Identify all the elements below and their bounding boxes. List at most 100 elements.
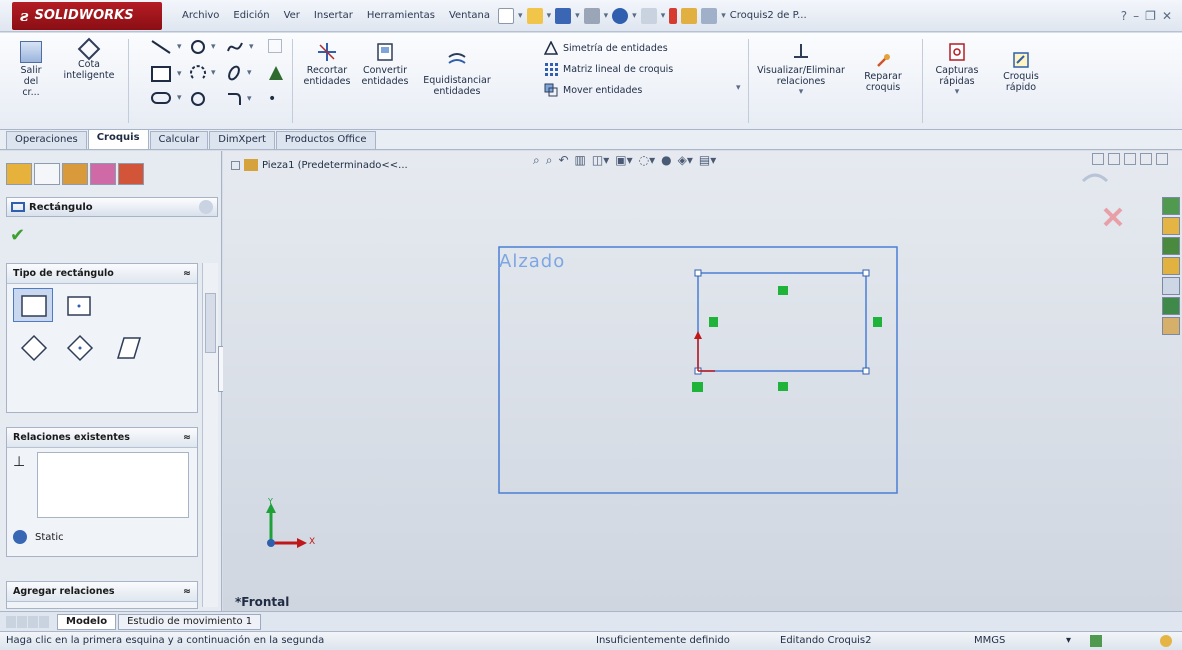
3-point-corner-rectangle-icon[interactable] [13,330,53,364]
spline-tool[interactable]: ▾ [226,39,254,55]
units-dropdown-icon[interactable]: ▾ [1066,635,1071,646]
search-icon[interactable] [1162,277,1180,295]
collapse-icon[interactable]: ≈ [183,268,191,279]
scroll-thumb[interactable] [205,293,216,353]
relations-list[interactable] [37,452,189,518]
help-icon[interactable] [199,200,213,214]
panel-scrollbar[interactable] [202,263,218,607]
line-icon [151,40,171,54]
menu-ventana[interactable]: Ventana [449,10,490,21]
parallelogram-icon[interactable] [105,330,145,364]
smart-dimension-icon [77,37,101,61]
offset-entities-button[interactable]: Equidistanciar entidades [420,51,494,97]
exit-sketch-button[interactable]: Salir del cr... [14,41,48,98]
graphics-area[interactable]: Pieza1 (Predeterminado<<... ⌕ ⌕ ↶ ▥ ◫▾ ▣… [223,151,1182,611]
undo-icon[interactable] [612,7,629,24]
units-status[interactable]: MMGS [974,635,1005,646]
point-tool[interactable]: • [268,91,276,107]
status-hint: Haga clic en la primera esquina y a cont… [6,635,325,646]
linear-pattern-button[interactable]: Matriz lineal de croquis [544,62,673,76]
quick-snaps-button[interactable]: Capturas rápidas ▾ [930,41,984,98]
quick-tips-icon[interactable] [1090,635,1102,647]
new-document-icon[interactable] [498,7,515,24]
circle-tool[interactable]: ▾ [190,39,216,55]
tab-operaciones[interactable]: Operaciones [6,131,87,149]
feature-manager-icon[interactable] [6,163,32,185]
group-header[interactable]: Relaciones existentes ≈ [7,428,197,448]
collapse-icon[interactable]: ≈ [183,432,191,443]
triad-origin [267,539,275,547]
file-explorer-icon[interactable] [1162,257,1180,275]
group-header[interactable]: Tipo de rectángulo ≈ [7,264,197,284]
slot-tool[interactable]: ▾ [150,91,182,105]
menu-edicion[interactable]: Edición [233,10,269,21]
fillet-icon [228,93,241,105]
line-tool[interactable]: ▾ [150,39,182,55]
center-rectangle-icon[interactable] [59,288,99,322]
corner-rectangle-icon[interactable] [13,288,53,322]
tab-croquis[interactable]: Croquis [87,129,149,149]
close-icon[interactable]: ✕ [1162,9,1172,23]
prev-tab-icon[interactable] [17,615,27,628]
ok-checkmark-icon[interactable]: ✔ [10,225,25,246]
text-tool[interactable] [268,65,284,81]
coincident-relation-icon [692,382,703,392]
display-manager-icon[interactable] [118,163,144,185]
dimxpert-manager-icon[interactable] [90,163,116,185]
polygon-tool[interactable] [190,91,206,107]
repair-icon [875,53,891,69]
display-delete-relations-button[interactable]: Visualizar/Eliminar relaciones ▾ [756,41,846,98]
menu-ver[interactable]: Ver [284,10,300,21]
menu-insertar[interactable]: Insertar [314,10,353,21]
last-tab-icon[interactable] [39,615,49,628]
ellipse-tool[interactable]: ▾ [226,65,252,81]
trim-entities-button[interactable]: Recortar entidades [302,41,352,87]
tab-motion-study[interactable]: Estudio de movimiento 1 [118,613,262,630]
tab-modelo[interactable]: Modelo [57,613,117,630]
rebuild-status-icon[interactable] [1160,635,1172,647]
menu-archivo[interactable]: Archivo [182,10,219,21]
arc-tool[interactable]: ▾ [190,65,216,81]
property-manager-icon[interactable] [34,163,60,185]
rectangle-tool[interactable]: ▾ [150,65,182,83]
3-point-center-rectangle-icon[interactable] [59,330,99,364]
fillet-tool[interactable]: ▾ [226,91,252,107]
resources-icon[interactable] [1162,197,1180,215]
save-icon[interactable] [555,7,572,24]
group-header[interactable]: Agregar relaciones ≈ [7,582,197,602]
select-icon[interactable] [640,7,657,24]
next-tab-icon[interactable] [28,615,38,628]
tab-dimxpert[interactable]: DimXpert [209,131,275,149]
info-icon [13,530,27,544]
smart-dimension-button[interactable]: Cota inteligente [62,37,116,81]
mirror-entities-button[interactable]: Simetría de entidades [544,41,668,55]
quick-access-toolbar: ▾ ▾ ▾ ▾ ▾ ▾ ▾ Croquis2 de P... [498,7,807,24]
task-pane-tabs [1162,197,1182,335]
tab-productos-office[interactable]: Productos Office [275,131,376,149]
repair-sketch-button[interactable]: Reparar croquis [858,53,908,93]
options-icon[interactable] [701,7,718,24]
menu-herramientas[interactable]: Herramientas [367,10,435,21]
move-entities-button[interactable]: Mover entidades [544,83,642,97]
collapse-icon[interactable]: ≈ [183,586,191,597]
first-tab-icon[interactable] [6,615,16,628]
rebuild-icon[interactable] [669,7,678,24]
open-folder-icon[interactable] [526,7,543,24]
rapid-sketch-icon [1012,51,1030,69]
file-properties-icon[interactable] [681,7,698,24]
appearances-icon[interactable] [1162,297,1180,315]
dropdown-arrow[interactable]: ▾ [736,83,741,93]
help-icon[interactable]: ? [1121,9,1127,23]
restore-icon[interactable]: ❐ [1145,9,1156,23]
rectangle-type-group: Tipo de rectángulo ≈ [6,263,198,413]
tab-calcular[interactable]: Calcular [149,131,209,149]
rapid-sketch-button[interactable]: Croquis rápido [996,51,1046,93]
configuration-manager-icon[interactable] [62,163,88,185]
convert-entities-button[interactable]: Convertir entidades [360,41,410,87]
home-icon[interactable] [1162,217,1180,235]
print-icon[interactable] [583,7,600,24]
minimize-icon[interactable]: – [1133,9,1139,23]
design-library-icon[interactable] [1162,237,1180,255]
surface-sketch-tool[interactable] [268,39,282,53]
custom-properties-icon[interactable] [1162,317,1180,335]
